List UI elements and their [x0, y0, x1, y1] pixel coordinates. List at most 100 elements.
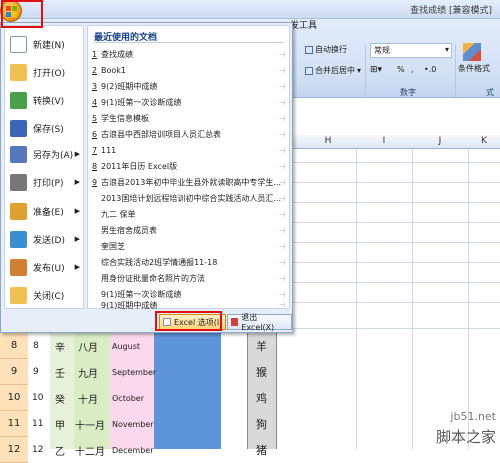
row-header[interactable]: 11 — [0, 411, 28, 437]
cell-zodiac[interactable]: 猴 — [256, 359, 267, 385]
menu-item-new[interactable]: 新建(N) — [5, 31, 84, 57]
pin-icon[interactable]: ⊣ — [279, 227, 285, 235]
menu-footer: Excel 选项(I) 退出 Excel(X) — [1, 311, 292, 333]
pin-icon[interactable]: ⊣ — [279, 243, 285, 251]
print-icon — [10, 173, 27, 191]
recent-item[interactable]: 2013国培计划远程培训初中综合实践活动人员汇... ⊣ — [92, 192, 285, 205]
group-styles-label: 式 — [486, 88, 494, 97]
recent-item[interactable]: 用身份证批量命名照片的方法 ⊣ — [92, 272, 285, 285]
cell-zodiac[interactable]: 鸡 — [256, 385, 267, 411]
column-header-j[interactable]: J — [412, 136, 468, 146]
number-format-select[interactable]: 常规 ▾ — [370, 43, 452, 58]
recent-item[interactable]: 6 古浪县中西部培训项目人员汇总表 ⊣ — [92, 128, 285, 141]
cell-num[interactable]: 10 — [32, 385, 43, 411]
menu-item-save-as[interactable]: 另存为(A) ▶ — [5, 141, 84, 167]
row-header[interactable]: 9 — [0, 359, 28, 385]
cell-num[interactable]: 8 — [33, 333, 39, 359]
pin-icon[interactable]: ⊣ — [279, 275, 285, 283]
column-header-k[interactable]: K — [468, 136, 500, 146]
menu-item-send[interactable]: 发送(D) ▶ — [5, 226, 84, 252]
recent-item[interactable]: 2 Book1 ⊣ — [92, 64, 285, 77]
cell-month-en[interactable]: September — [112, 359, 156, 385]
menu-item-print[interactable]: 打印(P) ▶ — [5, 169, 84, 195]
comma-button[interactable]: , — [411, 65, 414, 74]
cell-zodiac[interactable]: 羊 — [256, 333, 267, 359]
pin-icon[interactable]: ⊣ — [279, 195, 285, 203]
menu-item-save[interactable]: 保存(S) — [5, 115, 84, 141]
conditional-format-button[interactable]: 条件格式 — [458, 63, 490, 74]
menu-item-convert[interactable]: 转换(V) — [5, 87, 84, 113]
recent-item[interactable]: 奎国芝 ⊣ — [92, 240, 285, 253]
tab-developer[interactable]: 发工具 — [290, 18, 317, 31]
cell-stem[interactable]: 甲 — [55, 411, 65, 437]
row-header[interactable]: 12 — [0, 437, 28, 463]
cell-zodiac[interactable]: 猪 — [256, 437, 267, 463]
recent-item[interactable]: 9 古浪县2013年初中毕业生县外就读职高中专学生... ⊣ — [92, 176, 285, 189]
pin-icon[interactable]: ⊣ — [279, 147, 285, 155]
pin-icon[interactable]: ⊣ — [279, 115, 285, 123]
grid-line — [356, 149, 357, 449]
wrap-text-button[interactable]: 自动换行 — [305, 44, 347, 55]
cell-num[interactable]: 9 — [33, 359, 39, 385]
cell-month-en[interactable]: August — [112, 333, 140, 359]
recent-item[interactable]: 4 9(1)班第一次诊断成绩 ⊣ — [92, 96, 285, 109]
menu-item-open[interactable]: 打开(O) — [5, 59, 84, 85]
pin-icon[interactable]: ⊣ — [279, 211, 285, 219]
row-header[interactable]: 8 — [0, 333, 28, 359]
recent-item[interactable]: 九二 保单 ⊣ — [92, 208, 285, 221]
pin-icon[interactable]: ⊣ — [279, 131, 285, 139]
pin-icon[interactable]: ⊣ — [279, 291, 285, 299]
recent-item[interactable]: 1 查找成绩 ⊣ — [92, 48, 285, 61]
cell-month-cn[interactable]: 十月 — [78, 385, 98, 411]
cell-month-cn[interactable]: 九月 — [78, 359, 98, 385]
cell-month-en[interactable]: December — [112, 437, 153, 463]
watermark-site: 脚本之家 — [435, 428, 496, 446]
pin-icon[interactable]: ⊣ — [279, 51, 285, 59]
menu-item-publish[interactable]: 发布(U) ▶ — [5, 254, 84, 280]
group-separator — [365, 45, 366, 97]
recent-item[interactable]: 7 111 ⊣ — [92, 144, 285, 157]
menu-item-close[interactable]: 关闭(C) — [5, 282, 84, 308]
recent-documents: 最近使用的文档 1 查找成绩 ⊣ 2 Book1 ⊣ 3 9(2)班期中成绩 ⊣ 4 9(1)… — [87, 25, 290, 310]
row-header[interactable]: 10 — [0, 385, 28, 411]
cell-month-cn[interactable]: 十二月 — [75, 437, 105, 463]
highlight-box — [1, 0, 43, 28]
recent-item[interactable]: 男生宿舍成员表 ⊣ — [92, 224, 285, 237]
recent-item[interactable]: 5 学生信息模板 ⊣ — [92, 112, 285, 125]
conditional-format-icon[interactable] — [463, 43, 481, 61]
cell-num[interactable]: 12 — [32, 437, 43, 463]
recent-item[interactable]: 综合实践活动2班学情通报11-18 ⊣ — [92, 256, 285, 269]
cell-month-en[interactable]: October — [112, 385, 144, 411]
cell-month-en[interactable]: November — [112, 411, 154, 437]
pin-icon[interactable]: ⊣ — [279, 67, 285, 75]
column-header-i[interactable]: I — [356, 136, 412, 146]
percent-button[interactable]: % — [397, 65, 405, 74]
group-separator — [455, 45, 456, 97]
pin-icon[interactable]: ⊣ — [279, 83, 285, 91]
recent-item[interactable]: 8 2011年日历 Excel版 ⊣ — [92, 160, 285, 173]
pin-icon[interactable]: ⊣ — [279, 163, 285, 171]
save-icon — [10, 119, 27, 137]
cell-month-cn[interactable]: 八月 — [78, 333, 98, 359]
cell-month-cn[interactable]: 十一月 — [75, 411, 105, 437]
cell-stem[interactable]: 癸 — [55, 385, 65, 411]
cell-stem[interactable]: 辛 — [55, 333, 65, 359]
pin-icon[interactable]: ⊣ — [279, 301, 285, 309]
pin-icon[interactable]: ⊣ — [279, 179, 285, 187]
increase-decimal-button[interactable]: •.0 — [424, 65, 436, 74]
currency-button[interactable]: ⊞▾ — [370, 65, 382, 75]
cell-num[interactable]: 11 — [32, 411, 43, 437]
column-header-h[interactable]: H — [300, 136, 356, 146]
exit-excel-button[interactable]: 退出 Excel(X) — [227, 313, 292, 332]
cell-stem[interactable]: 壬 — [55, 359, 65, 385]
chevron-down-icon: ▾ — [444, 45, 449, 54]
pin-icon[interactable]: ⊣ — [279, 99, 285, 107]
recent-item[interactable]: 3 9(2)班期中成绩 ⊣ — [92, 80, 285, 93]
pin-icon[interactable]: ⊣ — [279, 259, 285, 267]
close-doc-icon — [10, 286, 27, 304]
cell-zodiac[interactable]: 狗 — [256, 411, 267, 437]
menu-item-prepare[interactable]: 准备(E) ▶ — [5, 198, 84, 224]
recent-item[interactable]: 9(1)班期中成绩 ⊣ — [92, 300, 285, 310]
merge-center-button[interactable]: 合并后居中 ▾ — [305, 65, 361, 76]
cell-stem[interactable]: 乙 — [55, 437, 65, 463]
